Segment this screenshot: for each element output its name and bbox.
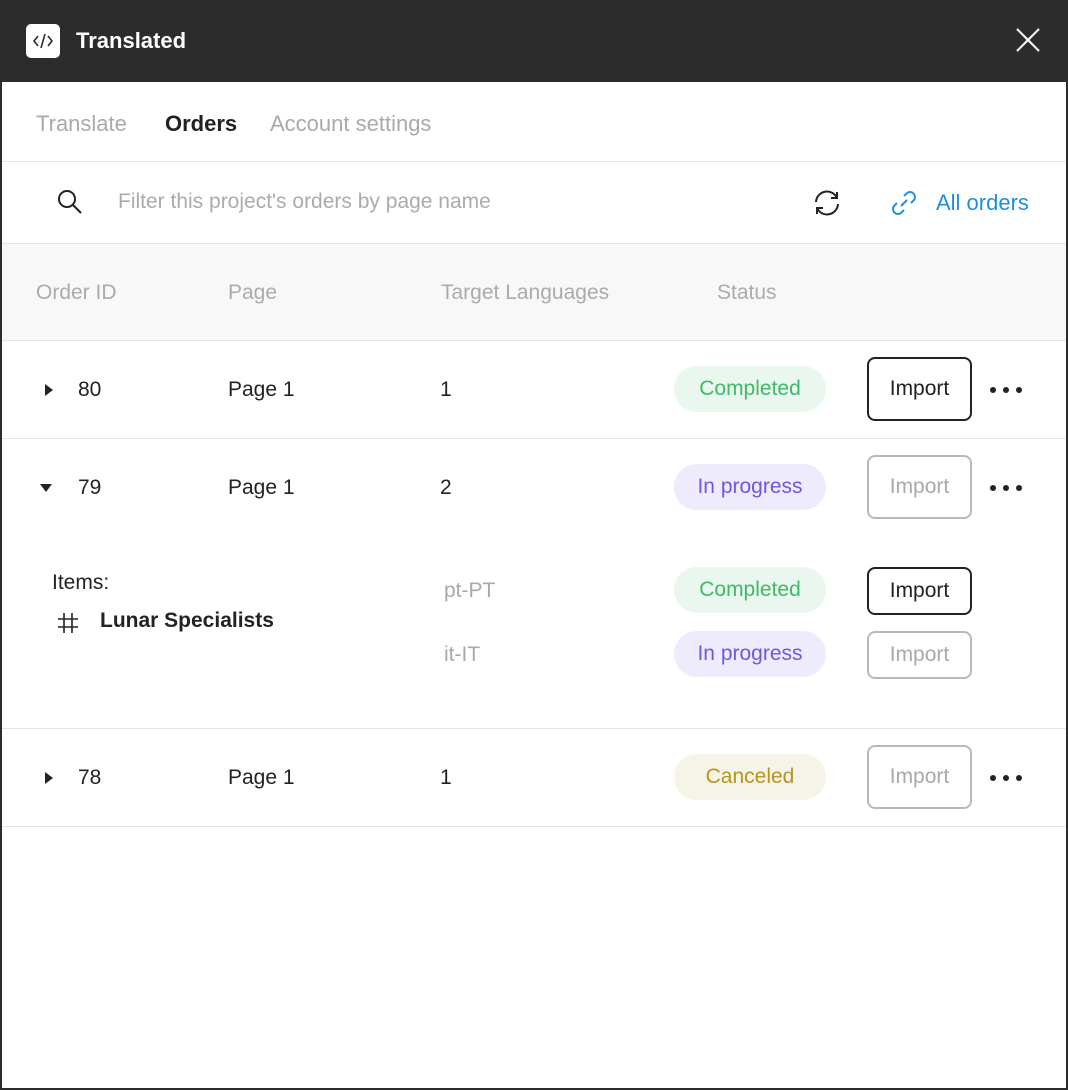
search-icon [56,188,84,216]
hash-icon [58,613,78,633]
table-row-expanded: 79 Page 1 2 In progress Import Items: Lu… [2,439,1066,729]
search-input[interactable] [106,182,786,222]
table-row: 78 Page 1 1 Canceled Import [2,729,1066,827]
items-label: Items: [52,571,110,594]
header-page: Page [228,281,278,304]
item-name: Lunar Specialists [100,609,274,632]
caret-right-icon[interactable] [42,383,56,397]
code-icon [26,24,60,58]
more-icon[interactable] [988,483,1024,493]
status-badge: In progress [674,631,826,677]
status-badge: Canceled [674,754,826,800]
order-id: 78 [78,766,102,789]
caret-down-icon[interactable] [39,481,53,495]
status-badge: In progress [674,464,826,510]
order-page: Page 1 [228,766,295,789]
more-icon[interactable] [988,773,1024,783]
app-title: Translated [76,28,187,53]
search-bar: All orders [2,162,1066,244]
order-page: Page 1 [228,476,295,499]
header-target-languages: Target Languages [441,281,610,304]
header-status: Status [717,281,777,304]
table-row: 80 Page 1 1 Completed Import [2,341,1066,439]
header-order-id: Order ID [36,281,117,304]
order-id: 80 [78,378,102,401]
tab-bar: Translate Orders Account settings [2,82,1066,162]
import-button[interactable]: Import [867,455,972,519]
order-languages: 2 [440,476,452,499]
order-id: 79 [78,476,102,499]
status-badge: Completed [674,366,826,412]
language-code: pt-PT [444,579,496,602]
import-button[interactable]: Import [867,745,972,809]
link-icon [892,191,916,215]
all-orders-link[interactable]: All orders [888,186,1029,220]
all-orders-label: All orders [936,190,1029,215]
status-badge: Completed [674,567,826,613]
tab-translate[interactable]: Translate [36,110,127,138]
more-icon[interactable] [988,385,1024,395]
caret-right-icon[interactable] [42,771,56,785]
tab-orders[interactable]: Orders [165,110,237,138]
import-button[interactable]: Import [867,631,972,679]
order-languages: 1 [440,766,452,789]
title-bar: Translated [2,0,1066,82]
order-languages: 1 [440,378,452,401]
order-page: Page 1 [228,378,295,401]
tab-account-settings[interactable]: Account settings [270,110,431,138]
plugin-window: Translated Translate Orders Account sett… [0,0,1068,1090]
close-icon[interactable] [1014,26,1042,54]
language-code: it-IT [444,643,481,666]
import-button[interactable]: Import [867,357,972,421]
refresh-icon[interactable] [810,186,844,220]
table-header: Order ID Page Target Languages Status [2,244,1066,341]
import-button[interactable]: Import [867,567,972,615]
